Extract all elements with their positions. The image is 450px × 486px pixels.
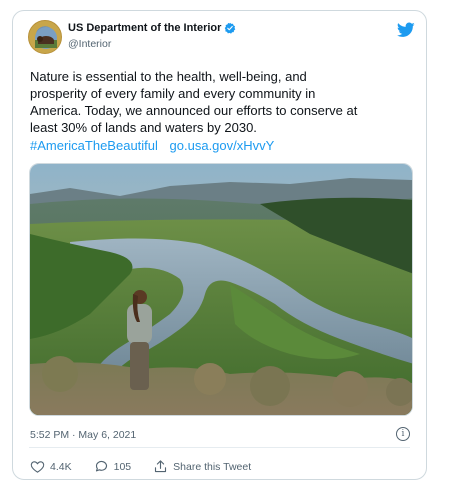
- twitter-bird-icon[interactable]: [397, 22, 415, 38]
- reply-button[interactable]: 105: [94, 459, 132, 474]
- tweet-text: Nature is essential to the health, well-…: [30, 69, 358, 135]
- url-link[interactable]: go.usa.gov/xHvvY: [170, 138, 275, 153]
- divider: [29, 447, 410, 448]
- account-name[interactable]: US Department of the Interior: [68, 22, 221, 34]
- reply-count: 105: [113, 460, 132, 473]
- heart-icon: [30, 461, 45, 473]
- share-label: Share this Tweet: [173, 460, 252, 473]
- avatar[interactable]: [28, 20, 62, 54]
- bison-seal-icon: [35, 27, 57, 49]
- tweet-timestamp[interactable]: 5:52 PM · May 6, 2021: [30, 429, 136, 441]
- tweet-photo[interactable]: [29, 163, 413, 416]
- account-name-row: US Department of the Interior: [68, 22, 236, 34]
- tweet-actions: 4.4K 105 Share this Tweet: [30, 459, 273, 474]
- account-handle[interactable]: @Interior: [68, 38, 111, 50]
- share-icon: [155, 460, 167, 473]
- tweet-card[interactable]: US Department of the Interior @Interior …: [12, 10, 427, 480]
- reply-icon: [95, 460, 107, 472]
- like-button[interactable]: 4.4K: [30, 459, 72, 474]
- info-icon[interactable]: i: [396, 427, 410, 441]
- landscape-photo: [30, 164, 412, 415]
- like-count: 4.4K: [50, 460, 72, 473]
- verified-badge-icon: [225, 22, 236, 34]
- hashtag-link[interactable]: #AmericaTheBeautiful: [30, 138, 158, 153]
- share-button[interactable]: Share this Tweet: [153, 459, 251, 474]
- tweet-links: #AmericaTheBeautiful go.usa.gov/xHvvY: [30, 138, 282, 153]
